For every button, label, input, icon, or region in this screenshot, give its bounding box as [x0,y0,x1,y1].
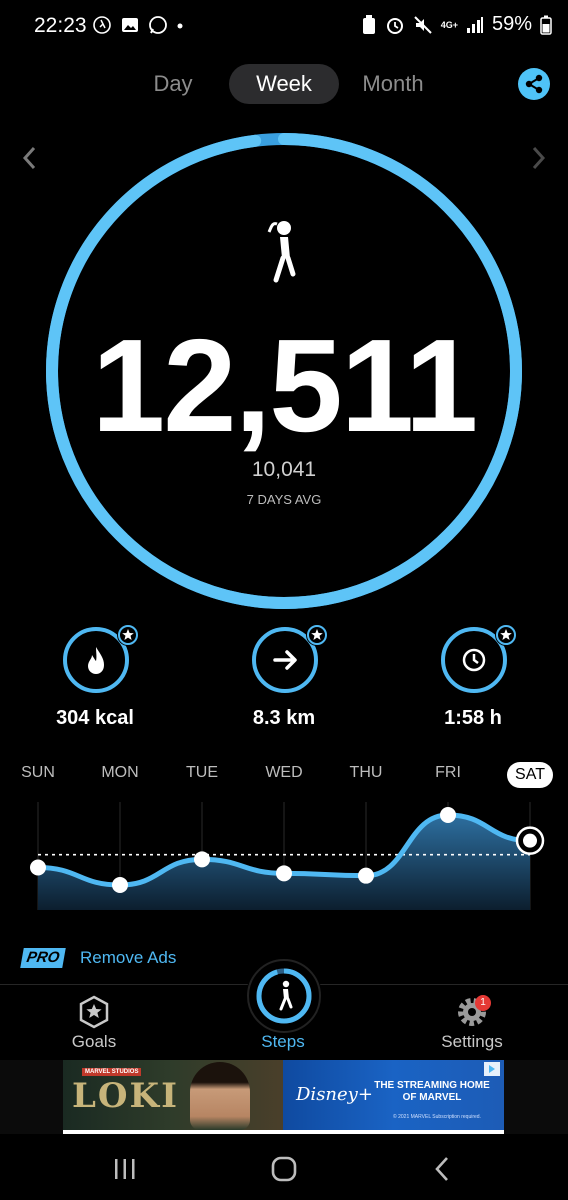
distance-value: 8.3 km [252,707,316,729]
day-label-mon[interactable]: MON [85,764,155,782]
clock-icon [462,648,486,672]
previous-week-button[interactable] [20,145,38,179]
status-bar: 22:23 4G+ 59% [0,0,568,52]
ad-marvel-tag: MARVEL STUDIOS [82,1068,142,1076]
nav-goals-label: Goals [71,1032,117,1051]
calories-stat[interactable]: 304 kcal [25,624,165,747]
chart-point-wed[interactable] [276,865,292,882]
next-week-button[interactable] [530,145,548,179]
mute-icon [413,15,432,34]
tab-day[interactable]: Day [130,64,216,104]
alarm-icon [386,17,403,34]
status-left-icons [92,15,184,35]
share-icon [525,74,543,94]
chart-point-sun[interactable] [30,859,46,876]
battery-icon [540,15,552,35]
chevron-right-icon [532,146,546,170]
ad-disney-logo: Disney+ [296,1084,373,1105]
arrow-right-icon [273,650,297,670]
steps-icon [247,959,321,1033]
duration-value: 1:58 h [444,707,502,729]
duration-stat[interactable]: 1:58 h [403,624,543,747]
day-label-thu[interactable]: THU [331,764,401,782]
star-badge-icon [79,995,109,1029]
recent-apps-icon[interactable] [112,1156,138,1182]
pro-badge[interactable]: PRO [20,948,66,968]
weekly-steps-chart [30,802,545,910]
more-notifications-icon [177,23,183,29]
home-icon[interactable] [270,1155,298,1183]
day-label-fri[interactable]: FRI [413,764,483,782]
network-label: 4G+ [440,19,458,30]
steps-center-button[interactable] [246,958,322,1034]
star-badge-icon [117,624,139,646]
running-notification-icon [93,16,111,34]
remove-ads-link[interactable]: Remove Ads [80,948,176,968]
ad-loki-title: LOKI [72,1076,179,1116]
average-steps-value: 10,041 [251,458,317,481]
chart-point-thu[interactable] [358,867,374,884]
tab-week[interactable]: Week [229,64,339,104]
flame-icon [88,647,104,674]
status-time: 22:23 [34,14,87,37]
status-right-icons: 4G+ 59% [361,13,552,36]
chart-point-selected-dot [523,833,537,848]
signal-icon [466,16,483,33]
ad-character-image [190,1062,250,1130]
nav-goals[interactable]: Goals [24,985,164,1061]
star-badge-icon [306,624,328,646]
ad-headline: THE STREAMING HOME OF MARVEL [374,1080,490,1103]
period-tabs: Day Week Month [130,64,440,106]
weekday-labels: SUN MON TUE WED THU FRI SAT [0,762,568,790]
nav-settings-label: Settings [441,1032,503,1051]
back-icon[interactable] [432,1155,452,1183]
nav-settings[interactable]: 1 Settings [402,985,542,1061]
settings-notification-badge: 1 [475,995,491,1011]
ad-choices-icon[interactable] [484,1062,500,1076]
tab-month[interactable]: Month [350,64,436,104]
day-label-sun[interactable]: SUN [3,764,73,782]
system-navigation-bar [0,1134,568,1200]
chart-point-fri[interactable] [440,807,456,823]
battery-percent: 59% [491,13,532,35]
nav-steps-label: Steps [261,1032,305,1051]
day-label-sat[interactable]: SAT [507,762,553,788]
share-button[interactable] [518,68,550,100]
ad-fine-print: © 2021 MARVEL Subscription required. [393,1114,481,1120]
walking-person-icon [266,218,302,291]
gallery-notification-icon [122,18,138,32]
battery-saver-icon [362,14,375,34]
whatsapp-notification-icon [149,16,167,34]
total-steps-value: 12,511 [91,312,478,459]
distance-stat[interactable]: 8.3 km [214,624,354,747]
chart-point-mon[interactable] [112,877,128,893]
day-label-tue[interactable]: TUE [167,764,237,782]
average-steps-label: 7 DAYS AVG [246,492,322,507]
chevron-left-icon [22,146,36,170]
calories-value: 304 kcal [56,707,134,729]
day-label-wed[interactable]: WED [249,764,319,782]
chart-point-tue[interactable] [194,851,210,868]
star-badge-icon [495,624,517,646]
